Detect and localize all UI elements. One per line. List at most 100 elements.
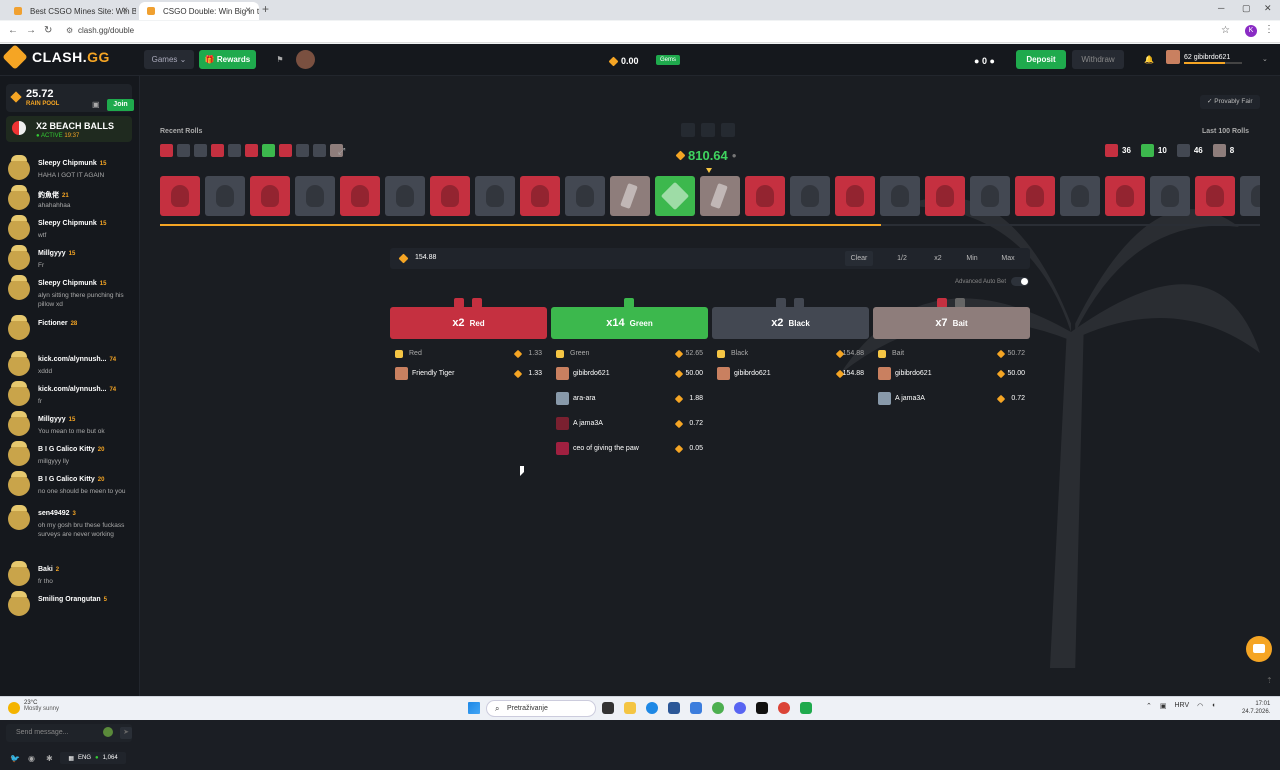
forward-icon[interactable]: → xyxy=(26,25,36,36)
bet-bait-button[interactable]: x7 Bait xyxy=(873,307,1030,339)
profile-avatar[interactable]: K xyxy=(1245,25,1257,37)
language-selector[interactable]: ▦ ENG ● 1,064 xyxy=(60,752,126,764)
chat-username[interactable]: Sleepy Chipmunk 15 xyxy=(38,220,106,227)
avatar[interactable] xyxy=(8,315,30,340)
avatar[interactable] xyxy=(8,215,30,240)
chat-username[interactable]: B I G Calico Kitty 20 xyxy=(38,446,104,453)
avatar[interactable] xyxy=(8,411,30,436)
join-rain-button[interactable]: Join xyxy=(107,99,134,111)
avatar[interactable] xyxy=(8,275,30,300)
send-icon[interactable]: ➤ xyxy=(120,727,132,739)
avatar[interactable] xyxy=(8,591,30,616)
sound-icon[interactable] xyxy=(681,123,695,137)
avatar[interactable] xyxy=(717,367,730,380)
bookmark-star-icon[interactable]: ☆ xyxy=(1221,25,1230,36)
chevron-up-icon[interactable]: ⌃ xyxy=(1146,702,1152,710)
new-tab-icon[interactable]: + xyxy=(262,2,269,16)
avatar[interactable] xyxy=(395,367,408,380)
send-message-input[interactable]: Send message... ➤ xyxy=(6,724,132,742)
avatar[interactable] xyxy=(556,367,569,380)
chat-username[interactable]: 釣魚佬 21 xyxy=(38,190,69,200)
avatar[interactable] xyxy=(8,561,30,586)
windows-start-icon[interactable] xyxy=(468,702,480,714)
avatar[interactable] xyxy=(8,471,30,496)
half-button[interactable]: 1/2 xyxy=(890,251,914,266)
url-input[interactable]: clash.gg/double xyxy=(78,26,134,35)
avatar[interactable] xyxy=(8,351,30,376)
bet-amount-input[interactable]: 154.88 xyxy=(415,254,436,261)
auto-bet-toggle[interactable] xyxy=(1011,277,1029,286)
avatar[interactable] xyxy=(8,381,30,406)
emoji-icon[interactable] xyxy=(103,727,113,737)
accessibility-icon[interactable]: ✱ xyxy=(46,754,53,763)
bet-black-button[interactable]: x2 Black xyxy=(712,307,869,339)
clock[interactable]: 17:01 24.7.2026. xyxy=(1242,700,1270,716)
avatar[interactable] xyxy=(296,50,315,69)
scroll-top-icon[interactable]: ⇡ xyxy=(1266,676,1273,685)
close-icon[interactable]: × xyxy=(122,5,128,16)
flag-icon[interactable]: ⚑ xyxy=(270,50,290,69)
volume-icon[interactable]: ◖ xyxy=(1211,702,1215,710)
app-icon[interactable] xyxy=(690,702,702,714)
avatar[interactable] xyxy=(8,185,30,210)
deposit-button[interactable]: Deposit xyxy=(1016,50,1066,69)
bettor-name[interactable]: ceo of giving the paw xyxy=(573,445,639,452)
max-button[interactable]: Max xyxy=(996,251,1020,266)
discord-icon[interactable]: ◉ xyxy=(28,754,35,763)
chat-username[interactable]: Millgyyy 15 xyxy=(38,250,75,257)
avatar[interactable] xyxy=(8,155,30,180)
bettor-name[interactable]: gibibrdo621 xyxy=(895,370,932,377)
chat-username[interactable]: B I G Calico Kitty 20 xyxy=(38,476,104,483)
speed-icon[interactable] xyxy=(701,123,715,137)
chat-username[interactable]: Sleepy Chipmunk 15 xyxy=(38,160,106,167)
weather-widget[interactable]: 23°C Mostly sunny xyxy=(8,700,59,714)
store-icon[interactable] xyxy=(668,702,680,714)
avatar[interactable] xyxy=(556,442,569,455)
bettor-name[interactable]: gibibrdo621 xyxy=(573,370,610,377)
chrome-icon[interactable] xyxy=(712,702,724,714)
bet-red-button[interactable]: x2 Red xyxy=(390,307,547,339)
chat-username[interactable]: Smiling Orangutan 5 xyxy=(38,596,107,603)
min-button[interactable]: Min xyxy=(960,251,984,266)
rewards-button[interactable]: 🎁 Rewards xyxy=(199,50,256,69)
chrome-active-icon[interactable] xyxy=(778,702,790,714)
avatar[interactable] xyxy=(556,417,569,430)
double-button[interactable]: x2 xyxy=(926,251,950,266)
browser-tab-double[interactable]: CSGO Double: Win Big in the D × xyxy=(139,2,259,20)
clash-logo[interactable]: CLASH.GG xyxy=(2,44,110,70)
chat-username[interactable]: kick.com/alynnush... 74 xyxy=(38,356,116,363)
chat-username[interactable]: Millgyyy 15 xyxy=(38,416,75,423)
site-info-icon[interactable]: ⚙ xyxy=(66,26,73,35)
chat-username[interactable]: sen49492 3 xyxy=(38,510,76,517)
browser-tab-mines[interactable]: Best CSGO Mines Site: Win Big × xyxy=(6,2,136,20)
taskbar-search[interactable]: ⌕ Pretraživanje xyxy=(486,700,596,717)
event-banner[interactable]: X2 BEACH BALLS ● ACTIVE 19:37 xyxy=(6,116,132,142)
chevron-down-icon[interactable]: ⌄ xyxy=(1262,55,1268,63)
bell-icon[interactable]: 🔔 xyxy=(1144,55,1154,64)
settings-icon[interactable] xyxy=(721,123,735,137)
bettor-name[interactable]: A jama3A xyxy=(573,420,603,427)
withdraw-button[interactable]: Withdraw xyxy=(1072,50,1124,69)
chat-username[interactable]: Fictioner 28 xyxy=(38,320,77,327)
task-view-icon[interactable] xyxy=(602,702,614,714)
discord-icon[interactable] xyxy=(734,702,746,714)
avatar[interactable] xyxy=(556,392,569,405)
maximize-icon[interactable]: ▢ xyxy=(1242,3,1251,14)
bettor-name[interactable]: Friendly Tiger xyxy=(412,370,454,377)
input-language[interactable]: HRV xyxy=(1175,702,1190,710)
chat-username[interactable]: Baki 2 xyxy=(38,566,59,573)
chat-username[interactable]: Sleepy Chipmunk 15 xyxy=(38,280,106,287)
menu-dots-icon[interactable]: ⋮ xyxy=(1264,24,1274,35)
gems-badge[interactable]: Gems xyxy=(656,55,681,65)
twitter-icon[interactable]: 🐦 xyxy=(10,754,20,763)
minimize-icon[interactable]: ─ xyxy=(1218,3,1224,13)
avatar[interactable] xyxy=(8,245,30,270)
bettor-name[interactable]: ara-ara xyxy=(573,395,596,402)
edge-icon[interactable] xyxy=(646,702,658,714)
bettor-name[interactable]: gibibrdo621 xyxy=(734,370,771,377)
app-icon[interactable] xyxy=(800,702,812,714)
file-explorer-icon[interactable] xyxy=(624,702,636,714)
reload-icon[interactable]: ↻ xyxy=(44,25,52,36)
app-icon[interactable] xyxy=(756,702,768,714)
bet-green-button[interactable]: x14 Green xyxy=(551,307,708,339)
